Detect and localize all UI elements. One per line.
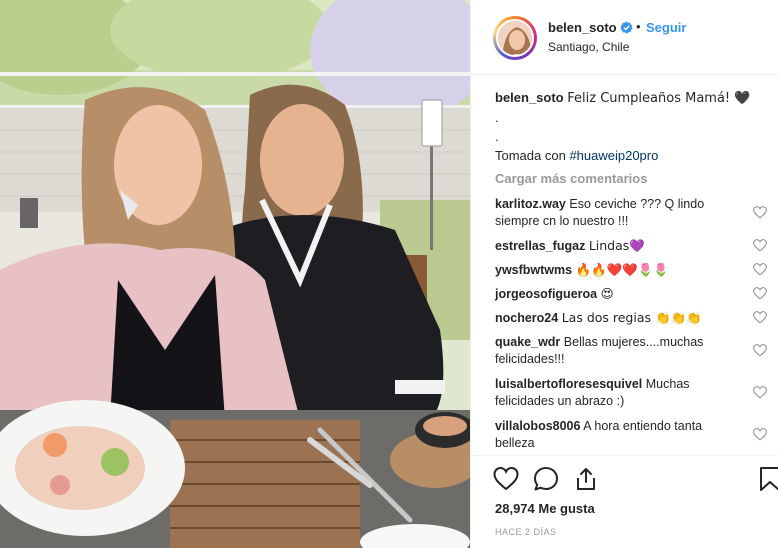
comment-item: villalobos8006 A hora entiendo tanta bel… [495, 418, 745, 452]
bookmark-icon[interactable] [757, 466, 778, 492]
post-location[interactable]: Santiago, Chile [548, 40, 629, 54]
comment-text: 😍 [600, 286, 614, 301]
caption-text: Feliz Cumpleaños Mamá! 🖤 [567, 91, 751, 106]
comment-username[interactable]: ywsfbwtwms [495, 263, 572, 277]
comment-username[interactable]: jorgeosofigueroa [495, 287, 597, 301]
post-author-username[interactable]: belen_soto [548, 20, 617, 35]
comment-username[interactable]: estrellas_fugaz [495, 239, 585, 253]
comment-text: 🔥🔥❤️❤️🌷🌷 [575, 262, 669, 277]
comment-like-heart-icon[interactable] [753, 206, 767, 219]
comment-like-heart-icon[interactable] [753, 239, 767, 252]
post-photo[interactable] [0, 0, 470, 548]
comment-item: jorgeosofigueroa 😍 [495, 285, 745, 303]
comment-username[interactable]: karlitoz.way [495, 197, 566, 211]
comment-text: Las dos regias 👏👏👏 [561, 310, 702, 325]
comment-username[interactable]: nochero24 [495, 311, 558, 325]
avatar-story-ring[interactable] [493, 16, 537, 60]
share-icon[interactable] [573, 466, 599, 492]
photo-illustration [0, 0, 470, 548]
comment-item: karlitoz.way Eso ceviche ??? Q lindo sie… [495, 196, 745, 230]
load-more-comments-button[interactable]: Cargar más comentarios [495, 171, 771, 186]
caption-line-3: . [495, 129, 499, 144]
post-actions: 28,974 Me gusta HACE 2 DÍAS [471, 455, 778, 548]
comment-item: nochero24 Las dos regias 👏👏👏 [495, 309, 745, 327]
comment-like-heart-icon[interactable] [753, 428, 767, 441]
comment-username[interactable]: villalobos8006 [495, 419, 580, 433]
comment-item: luisalbertofloresesquivel Muchas felicid… [495, 376, 745, 410]
post-sidebar: belen_soto • Seguir Santiago, Chile bele… [470, 0, 778, 548]
header-separator: • [636, 19, 641, 34]
likes-count[interactable]: 28,974 Me gusta [495, 501, 595, 516]
verified-badge-icon [620, 21, 633, 34]
comment-username[interactable]: quake_wdr [495, 335, 560, 349]
follow-button[interactable]: Seguir [646, 20, 686, 35]
post-header: belen_soto • Seguir Santiago, Chile [471, 0, 778, 75]
comment-like-heart-icon[interactable] [753, 311, 767, 324]
caption-line-4-prefix: Tomada con [495, 148, 570, 163]
heart-icon[interactable] [493, 466, 519, 492]
caption-line-2: . [495, 110, 499, 125]
comment-bubble-icon[interactable] [533, 466, 559, 492]
caption-username[interactable]: belen_soto [495, 90, 564, 105]
post-timestamp[interactable]: HACE 2 DÍAS [495, 527, 557, 537]
caption-hashtag[interactable]: #huaweip20pro [569, 148, 658, 163]
caption-block: belen_soto Feliz Cumpleaños Mamá! 🖤 . . … [495, 88, 771, 186]
avatar[interactable] [496, 19, 534, 57]
comment-item: estrellas_fugaz Lindas💜 [495, 237, 745, 255]
comment-like-heart-icon[interactable] [753, 344, 767, 357]
comment-like-heart-icon[interactable] [753, 287, 767, 300]
comment-like-heart-icon[interactable] [753, 386, 767, 399]
comment-text: Lindas💜 [588, 238, 645, 253]
avatar-image [498, 21, 532, 55]
comment-username[interactable]: luisalbertofloresesquivel [495, 377, 642, 391]
comment-like-heart-icon[interactable] [753, 263, 767, 276]
comment-item: ywsfbwtwms 🔥🔥❤️❤️🌷🌷 [495, 261, 745, 279]
caption: belen_soto Feliz Cumpleaños Mamá! 🖤 . . … [495, 88, 771, 165]
comment-item: quake_wdr Bellas mujeres....muchas felic… [495, 334, 745, 368]
